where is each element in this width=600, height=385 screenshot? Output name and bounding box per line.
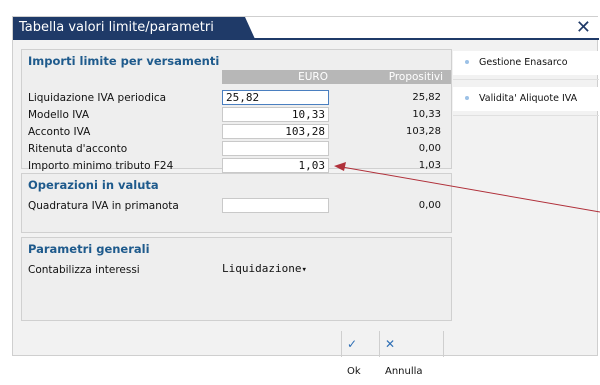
row-modello-iva: Modello IVA 10,33 10,33 xyxy=(22,107,451,123)
modello-iva-input[interactable]: 10,33 xyxy=(222,107,329,122)
quadratura-iva-input[interactable] xyxy=(222,198,329,213)
separator xyxy=(443,331,444,357)
sidebar-item-enasarco[interactable]: Gestione Enasarco xyxy=(453,51,599,75)
row-label: Acconto IVA xyxy=(28,126,91,138)
row-liquidazione: Liquidazione IVA periodica 25,82 25,82 xyxy=(22,90,451,106)
bullet-icon xyxy=(465,60,469,64)
row-label: Contabilizza interessi xyxy=(28,264,140,276)
row-label: Ritenuta d'acconto xyxy=(28,143,128,155)
row-label: Modello IVA xyxy=(28,109,89,121)
panel-valuta: Operazioni in valuta Quadratura IVA in p… xyxy=(21,173,452,233)
cancel-icon: ✕ xyxy=(385,337,396,351)
annulla-button[interactable]: ✕ Annulla xyxy=(385,331,423,377)
dialog-window: Tabella valori limite/parametri generali… xyxy=(12,16,599,377)
separator xyxy=(379,331,380,357)
row-label: Importo minimo tributo F24 xyxy=(28,160,174,172)
title-underline xyxy=(13,38,599,40)
sidebar-item-aliquote[interactable]: Validita' Aliquote IVA xyxy=(453,87,599,111)
ok-label: Ok xyxy=(347,366,361,377)
window-title: Tabella valori limite/parametri generali xyxy=(13,17,255,39)
bullet-icon xyxy=(465,96,469,100)
propositivo-value: 1,03 xyxy=(418,160,441,171)
contabilizza-interessi-select[interactable]: Liquidazione▾ xyxy=(222,262,307,275)
section-title-importi: Importi limite per versamenti xyxy=(28,54,220,68)
row-ritenuta: Ritenuta d'acconto 0,00 xyxy=(22,141,451,157)
close-icon[interactable]: ✕ xyxy=(576,19,591,37)
sidebar-divider xyxy=(453,79,599,80)
propositivo-value: 10,33 xyxy=(412,109,441,120)
propositivo-value: 0,00 xyxy=(418,143,441,154)
sidebar-item-label: Gestione Enasarco xyxy=(479,57,568,68)
liquidazione-iva-input[interactable]: 25,82 xyxy=(222,90,329,105)
propositivo-value: 103,28 xyxy=(406,126,441,137)
annulla-label: Annulla xyxy=(385,366,423,377)
row-label: Quadratura IVA in primanota xyxy=(28,200,179,212)
propositivo-value: 0,00 xyxy=(418,200,441,211)
acconto-iva-input[interactable]: 103,28 xyxy=(222,124,329,139)
ok-button[interactable]: ✓ Ok xyxy=(347,331,361,377)
section-title-valuta: Operazioni in valuta xyxy=(28,178,159,192)
check-icon: ✓ xyxy=(347,337,358,351)
sidebar-divider xyxy=(453,115,599,116)
dropdown-arrow-icon: ▾ xyxy=(301,265,307,275)
importo-minimo-f24-input[interactable]: 1,03 xyxy=(222,158,329,173)
column-header-euro: EURO xyxy=(222,70,332,84)
section-title-parametri: Parametri generali xyxy=(28,242,150,256)
row-quadratura: Quadratura IVA in primanota 0,00 xyxy=(22,198,451,214)
title-bar: Tabella valori limite/parametri generali… xyxy=(13,17,599,40)
row-importo-minimo: Importo minimo tributo F24 1,03 1,03 xyxy=(22,158,451,174)
panel-parametri: Parametri generali Contabilizza interess… xyxy=(21,237,452,321)
column-header-propositivi: Propositivi xyxy=(332,70,451,84)
row-label: Liquidazione IVA periodica xyxy=(28,92,167,104)
panel-importi: Importi limite per versamenti EURO Propo… xyxy=(21,49,452,173)
row-contabilizza: Contabilizza interessi Liquidazione▾ xyxy=(22,262,451,278)
propositivo-value: 25,82 xyxy=(412,92,441,103)
select-value: Liquidazione xyxy=(222,262,302,275)
separator xyxy=(341,331,342,357)
ritenuta-acconto-input[interactable] xyxy=(222,141,329,156)
sidebar-item-label: Validita' Aliquote IVA xyxy=(479,93,578,104)
row-acconto-iva: Acconto IVA 103,28 103,28 xyxy=(22,124,451,140)
